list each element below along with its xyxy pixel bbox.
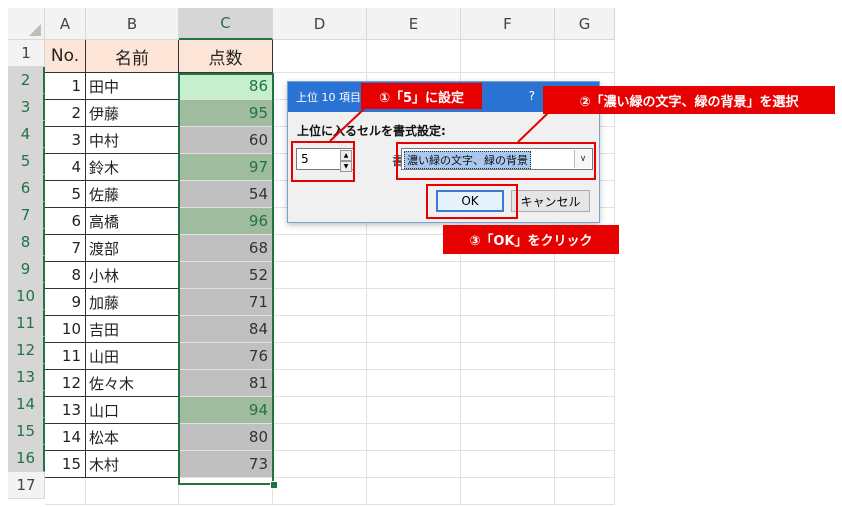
callout-step3: ③「OK」をクリック [443,225,619,254]
leader-step2 [517,112,549,143]
callout-step1: ①「5」に設定 [361,83,482,109]
leader-step1 [329,107,366,142]
callout-leader-lines [329,107,549,143]
callout-step2: ②「濃い緑の文字、緑の背景」を選択 [543,86,835,114]
